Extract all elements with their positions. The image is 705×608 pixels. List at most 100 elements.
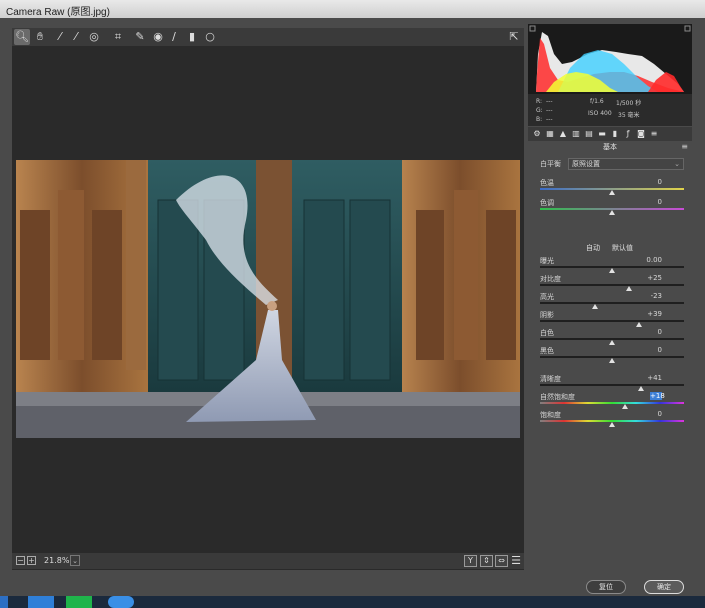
browser-icon[interactable] bbox=[108, 596, 134, 608]
status-bar: − + 21.8% ⌄ Y ⇕ ⇔ ☰ bbox=[12, 553, 524, 569]
slider-thumb[interactable] bbox=[609, 268, 615, 273]
swap-settings-button[interactable]: ⇕ bbox=[480, 555, 493, 567]
slider-value[interactable]: -23 bbox=[622, 292, 662, 300]
slider-track[interactable] bbox=[540, 320, 684, 327]
adjustment-brush-tool-icon[interactable]: ∕ bbox=[166, 29, 182, 45]
slider-thumb[interactable] bbox=[636, 322, 643, 327]
slider-track[interactable] bbox=[540, 356, 684, 363]
slider-track[interactable] bbox=[540, 338, 684, 345]
zoom-tool-icon[interactable]: 🔍︎ bbox=[14, 29, 30, 45]
slider-thumb[interactable] bbox=[637, 386, 644, 391]
slider-track[interactable] bbox=[540, 188, 684, 195]
targeted-adjustment-tool-icon[interactable]: ◎ bbox=[86, 29, 102, 45]
graduated-filter-tool-icon[interactable]: ▮ bbox=[184, 29, 200, 45]
before-after-y-button[interactable]: Y bbox=[464, 555, 477, 567]
panel-menu-icon[interactable]: ≡ bbox=[681, 142, 688, 151]
lens-tab-icon[interactable]: ▬ bbox=[597, 128, 607, 139]
ok-button[interactable]: 确定 bbox=[644, 580, 684, 594]
effects-tab-icon[interactable]: ƒ bbox=[623, 128, 633, 139]
white-balance-value: 原照设置 bbox=[572, 160, 600, 168]
chevron-down-icon: ⌄ bbox=[674, 160, 680, 168]
slider-label: 自然饱和度 bbox=[540, 393, 575, 401]
slider-thumb[interactable] bbox=[609, 210, 615, 215]
slider-track[interactable] bbox=[540, 402, 684, 409]
hsl-tab-icon[interactable]: ▥ bbox=[571, 128, 581, 139]
zoom-out-button[interactable]: − bbox=[16, 556, 25, 565]
default-link[interactable]: 默认值 bbox=[612, 243, 633, 253]
tool-bar: 🔍︎ ✋︎ ⁄ ⁄ ◎ ⌗ ✎ ◉ ∕ ▮ ○ ⇱ bbox=[12, 28, 524, 46]
slider-thumb[interactable] bbox=[609, 340, 615, 345]
slider-label: 高光 bbox=[540, 293, 554, 301]
slider-value[interactable]: 0 bbox=[622, 410, 662, 418]
split-toning-tab-icon[interactable]: ▤ bbox=[584, 128, 594, 139]
presets-tab-icon[interactable]: ≡ bbox=[649, 128, 659, 139]
red-eye-tool-icon[interactable]: ◉ bbox=[150, 29, 166, 45]
slider-value[interactable]: 0 bbox=[622, 328, 662, 336]
slider-label: 色调 bbox=[540, 199, 554, 207]
slider-thumb[interactable] bbox=[609, 422, 615, 427]
white-balance-select[interactable]: 原照设置 ⌄ bbox=[568, 158, 684, 170]
slider-label: 清晰度 bbox=[540, 375, 561, 383]
color-sampler-tool-icon[interactable]: ⁄ bbox=[68, 29, 84, 45]
slider-thumb[interactable] bbox=[591, 304, 598, 309]
slider-track[interactable] bbox=[540, 208, 684, 215]
slider-thumb[interactable] bbox=[609, 358, 615, 363]
camera-raw-window: 🔍︎ ✋︎ ⁄ ⁄ ◎ ⌗ ✎ ◉ ∕ ▮ ○ ⇱ − + 21.8% ⌄ Y … bbox=[0, 18, 705, 596]
slider-value[interactable]: 0 bbox=[622, 346, 662, 354]
window-title: Camera Raw (原图.jpg) bbox=[6, 7, 110, 18]
slider-label: 黑色 bbox=[540, 347, 554, 355]
slider-value[interactable]: 0.00 bbox=[622, 256, 662, 264]
transform-tab-icon[interactable]: ▮ bbox=[610, 128, 620, 139]
zoom-in-button[interactable]: + bbox=[27, 556, 36, 565]
slider-label: 阴影 bbox=[540, 311, 554, 319]
auto-link[interactable]: 自动 bbox=[586, 243, 600, 253]
spot-removal-tool-icon[interactable]: ✎ bbox=[132, 29, 148, 45]
preferences-icon[interactable]: ☰ bbox=[508, 553, 524, 569]
slider-thumb[interactable] bbox=[626, 286, 633, 291]
slider-track[interactable] bbox=[540, 384, 684, 391]
radial-filter-tool-icon[interactable]: ○ bbox=[202, 29, 218, 45]
wechat-icon[interactable] bbox=[66, 596, 92, 608]
start-icon[interactable] bbox=[0, 596, 8, 608]
b-label: B: bbox=[536, 116, 543, 123]
reset-button[interactable]: 复位 bbox=[586, 580, 626, 594]
basic-tab-icon[interactable]: ⚙ bbox=[532, 128, 542, 139]
title-bar: Camera Raw (原图.jpg) bbox=[0, 0, 705, 18]
histogram bbox=[528, 24, 692, 94]
histogram-info: R: --- G: --- B: --- f/1.6 1/500 秒 ISO 4… bbox=[528, 94, 692, 126]
focal-length-value: 35 毫米 bbox=[618, 112, 640, 119]
zoom-level[interactable]: 21.8% bbox=[44, 556, 69, 565]
camera-calibration-tab-icon[interactable]: ◙ bbox=[636, 128, 646, 139]
crop-tool-icon[interactable]: ⌗ bbox=[110, 29, 126, 45]
slider-label: 色温 bbox=[540, 179, 554, 187]
slider-value[interactable]: 0 bbox=[622, 198, 662, 206]
slider-value[interactable]: +39 bbox=[622, 310, 662, 318]
zoom-dropdown[interactable]: ⌄ bbox=[70, 555, 80, 566]
slider-value[interactable]: +41 bbox=[622, 374, 662, 382]
iso-value: ISO 400 bbox=[588, 110, 612, 117]
slider-track[interactable] bbox=[540, 302, 684, 309]
g-value: --- bbox=[546, 107, 553, 114]
copy-settings-button[interactable]: ⇔ bbox=[495, 555, 508, 567]
slider-track[interactable] bbox=[540, 284, 684, 291]
slider-label: 白色 bbox=[540, 329, 554, 337]
image-preview-area[interactable] bbox=[12, 46, 524, 570]
detail-tab-icon[interactable]: ▲ bbox=[558, 128, 568, 139]
slider-value[interactable]: +18 bbox=[650, 392, 665, 400]
slider-track[interactable] bbox=[540, 266, 684, 273]
app-store-icon[interactable] bbox=[28, 596, 54, 608]
white-balance-tool-icon[interactable]: ⁄ bbox=[52, 29, 68, 45]
fullscreen-toggle-icon[interactable]: ⇱ bbox=[506, 29, 522, 45]
white-balance-label: 白平衡 bbox=[540, 160, 561, 168]
preview-photo bbox=[16, 160, 520, 438]
slider-label: 对比度 bbox=[540, 275, 561, 283]
slider-value[interactable]: 0 bbox=[622, 178, 662, 186]
r-value: --- bbox=[546, 98, 553, 105]
slider-value[interactable]: +25 bbox=[622, 274, 662, 282]
slider-track[interactable] bbox=[540, 420, 684, 427]
slider-thumb[interactable] bbox=[621, 404, 628, 409]
hand-tool-icon[interactable]: ✋︎ bbox=[32, 29, 48, 45]
tone-curve-tab-icon[interactable]: ▦ bbox=[545, 128, 555, 139]
slider-thumb[interactable] bbox=[609, 190, 615, 195]
adjustments-panel: R: --- G: --- B: --- f/1.6 1/500 秒 ISO 4… bbox=[528, 24, 692, 574]
